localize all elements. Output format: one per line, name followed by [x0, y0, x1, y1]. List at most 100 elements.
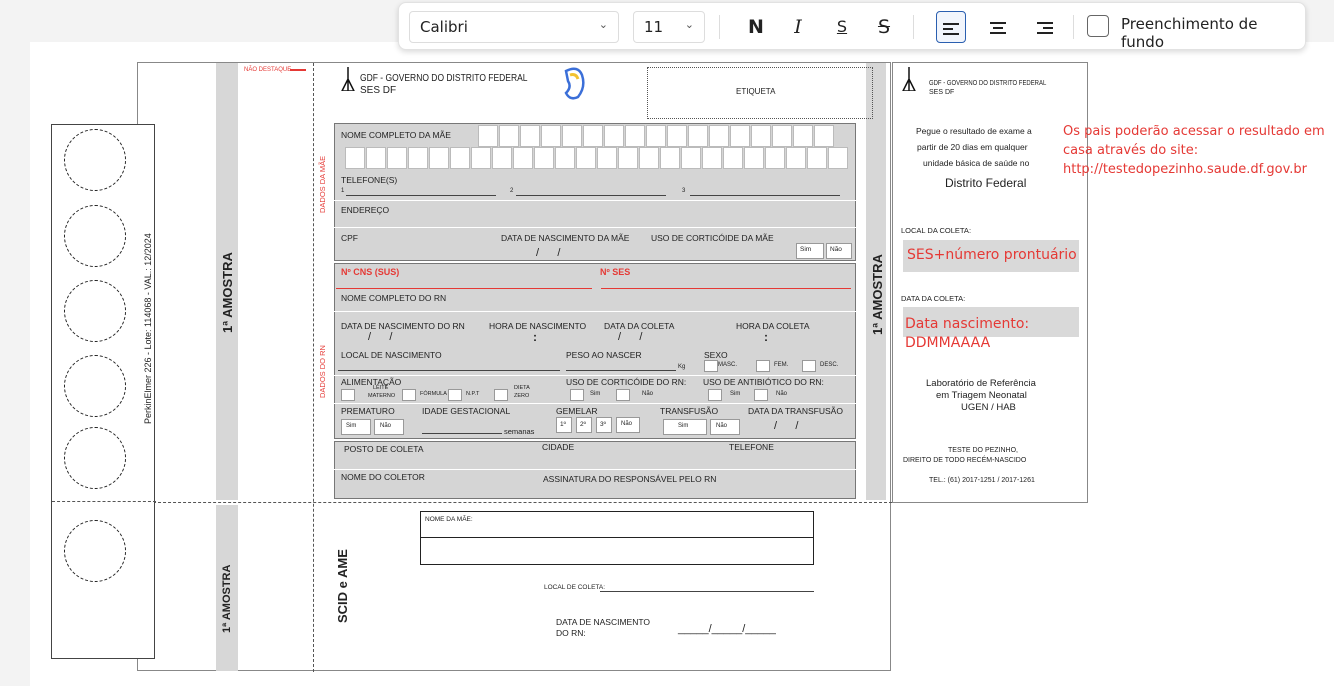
data-coleta-label: DATA DA COLETA: [604, 321, 675, 331]
name-char-cell[interactable]: [681, 147, 701, 169]
nao-label: Não: [776, 391, 788, 397]
blood-spot-circle[interactable]: [64, 205, 126, 267]
fill-background-checkbox[interactable]: [1087, 15, 1109, 37]
antibiotico-nao-box[interactable]: [754, 389, 768, 401]
blood-spot-card: [51, 124, 156, 659]
blood-spot-circle[interactable]: [64, 355, 126, 417]
corticoide-rn-sim-box[interactable]: [570, 389, 584, 401]
amostra-bottom-label: 1ª AMOSTRA: [221, 564, 233, 633]
toolbar-divider: [719, 15, 720, 39]
name-char-cell[interactable]: [828, 147, 848, 169]
toolbar-divider: [1073, 15, 1074, 39]
tel-line: TEL.: (61) 2017-1251 / 2017-1261: [929, 477, 1035, 484]
name-char-cell[interactable]: [618, 147, 638, 169]
local-coleta-line: [600, 591, 814, 592]
gemelar-2-label: 2º: [580, 421, 586, 428]
sexo-desc-box[interactable]: [802, 360, 816, 372]
name-char-cell[interactable]: [765, 147, 785, 169]
posto-label: POSTO DE COLETA: [344, 444, 424, 454]
name-char-cell[interactable]: [513, 147, 533, 169]
blood-spot-circle[interactable]: [64, 520, 126, 582]
name-char-cell[interactable]: [541, 125, 561, 147]
idade-gest-line: [422, 433, 502, 434]
semanas-label: semanas: [504, 427, 535, 436]
time-separator: :: [764, 330, 768, 344]
name-char-cell[interactable]: [387, 147, 407, 169]
name-char-cell[interactable]: [723, 147, 743, 169]
kg-label: Kg: [678, 364, 686, 370]
strikethrough-button[interactable]: S: [869, 11, 899, 43]
tel1-line: [346, 195, 496, 196]
name-char-cell[interactable]: [366, 147, 386, 169]
blood-spot-circle[interactable]: [64, 427, 126, 489]
font-size-dropdown[interactable]: 11 ⌄: [633, 11, 705, 43]
name-char-cell[interactable]: [583, 125, 603, 147]
name-char-cell[interactable]: [814, 125, 834, 147]
name-char-cell[interactable]: [471, 147, 491, 169]
leite-box[interactable]: [341, 389, 355, 401]
date-separator: / /: [774, 420, 799, 432]
fem-label: FEM.: [774, 362, 789, 368]
name-char-cell[interactable]: [534, 147, 554, 169]
name-char-cell[interactable]: [786, 147, 806, 169]
name-char-cell[interactable]: [751, 125, 771, 147]
sexo-masc-box[interactable]: [704, 360, 718, 372]
name-char-cell[interactable]: [688, 125, 708, 147]
name-char-cell[interactable]: [345, 147, 365, 169]
nao-label: Não: [642, 391, 654, 397]
align-right-button[interactable]: [1029, 11, 1059, 43]
nome-rn-label: NOME COMPLETO DO RN: [341, 293, 447, 303]
name-char-cell[interactable]: [709, 125, 729, 147]
align-right-icon: [1037, 22, 1053, 24]
name-char-cell[interactable]: [429, 147, 449, 169]
dieta-box[interactable]: [494, 389, 508, 401]
align-left-button[interactable]: [936, 11, 966, 43]
blood-spot-circle[interactable]: [64, 129, 126, 191]
name-char-cell[interactable]: [604, 125, 624, 147]
formula-box[interactable]: [402, 389, 416, 401]
name-char-cell[interactable]: [646, 125, 666, 147]
name-char-cell[interactable]: [562, 125, 582, 147]
italic-button[interactable]: I: [783, 11, 813, 43]
etiqueta-label: ETIQUETA: [736, 87, 776, 96]
blood-spot-circle[interactable]: [64, 280, 126, 342]
name-char-cell[interactable]: [660, 147, 680, 169]
name-char-cell[interactable]: [499, 125, 519, 147]
name-char-cell[interactable]: [555, 147, 575, 169]
cidade-label: CIDADE: [542, 442, 575, 452]
underline-button[interactable]: S: [827, 11, 857, 43]
corticoide-rn-nao-box[interactable]: [616, 389, 630, 401]
name-char-cell[interactable]: [772, 125, 792, 147]
desc-label: DESC.: [820, 362, 839, 368]
name-char-cell[interactable]: [793, 125, 813, 147]
name-char-cell[interactable]: [408, 147, 428, 169]
sexo-fem-box[interactable]: [756, 360, 770, 372]
nome-mae-bottom-box[interactable]: [420, 511, 814, 565]
nasc-bottom-date: _____/_____/_____: [678, 623, 776, 635]
align-center-button[interactable]: [983, 11, 1013, 43]
antibiotico-sim-box[interactable]: [708, 389, 722, 401]
row-divider: [420, 537, 814, 538]
name-char-cell[interactable]: [807, 147, 827, 169]
bold-button[interactable]: N: [741, 11, 771, 43]
name-char-cell[interactable]: [597, 147, 617, 169]
name-char-cell[interactable]: [492, 147, 512, 169]
name-char-cell[interactable]: [744, 147, 764, 169]
font-name-dropdown[interactable]: Calibri ⌄: [409, 11, 619, 43]
nao-label: Não: [716, 423, 728, 429]
name-char-cell[interactable]: [576, 147, 596, 169]
row-divider: [334, 311, 856, 312]
name-char-cell[interactable]: [702, 147, 722, 169]
nao-label: Não: [380, 423, 392, 429]
lot-label: PerkinElmer 226 - Lote: 114068 - VAL.: 1…: [143, 233, 153, 424]
name-char-cell[interactable]: [667, 125, 687, 147]
name-char-cell[interactable]: [730, 125, 750, 147]
name-char-cell[interactable]: [639, 147, 659, 169]
hora-nasc-label: HORA DE NASCIMENTO: [489, 321, 587, 331]
tel2-line: [516, 195, 666, 196]
name-char-cell[interactable]: [478, 125, 498, 147]
name-char-cell[interactable]: [450, 147, 470, 169]
name-char-cell[interactable]: [625, 125, 645, 147]
name-char-cell[interactable]: [520, 125, 540, 147]
npt-box[interactable]: [448, 389, 462, 401]
